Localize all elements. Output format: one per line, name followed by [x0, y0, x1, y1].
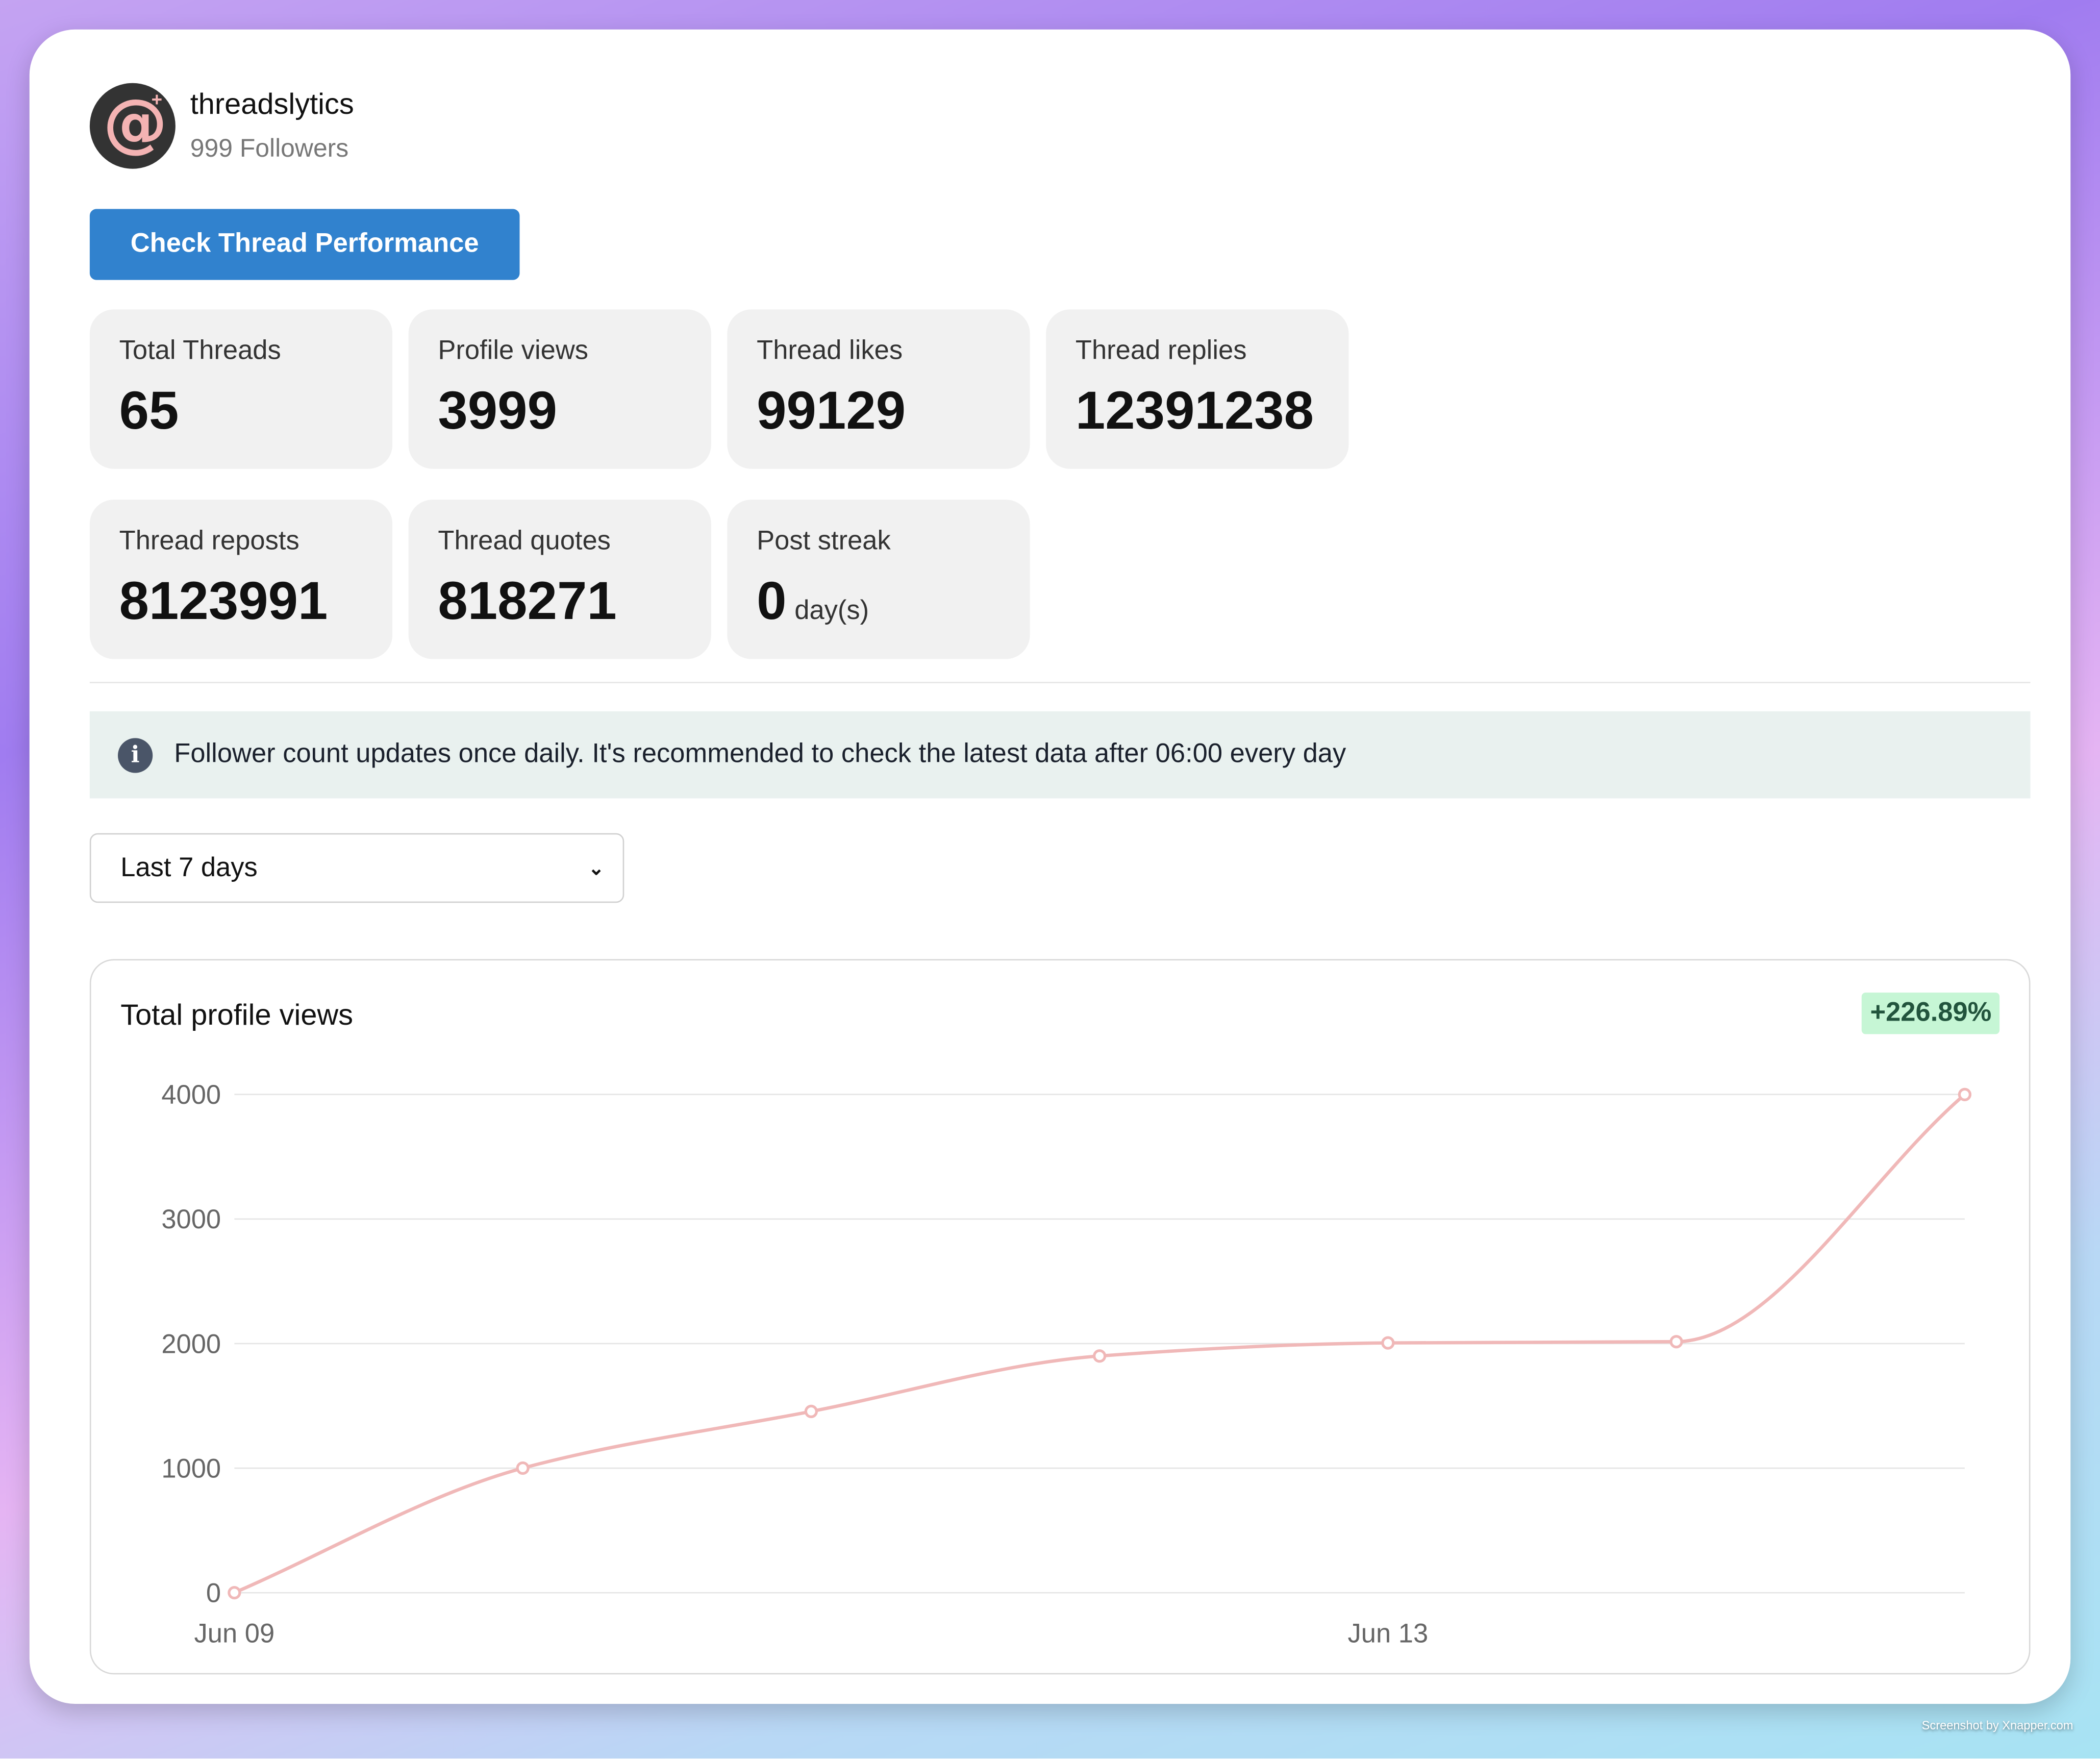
- y-tick-label: 4000: [161, 1080, 221, 1110]
- date-range-value: Last 7 days: [120, 852, 258, 882]
- x-tick-label: Jun 13: [1348, 1618, 1429, 1648]
- stat-value: 818271: [438, 572, 617, 631]
- y-tick-label: 1000: [161, 1453, 221, 1483]
- y-tick-label: 2000: [161, 1329, 221, 1359]
- profile-name: threadslytics: [190, 87, 354, 121]
- divider: [89, 682, 2031, 683]
- data-point: [1381, 1336, 1395, 1350]
- stat-card-post-streak: Post streak 0 day(s): [727, 500, 1030, 659]
- stat-value: 12391238: [1075, 382, 1314, 441]
- check-thread-performance-button[interactable]: Check Thread Performance: [89, 209, 520, 280]
- data-point: [1093, 1349, 1107, 1363]
- stat-card-thread-reposts: Thread reposts 8123991: [89, 500, 393, 659]
- streak-value: 0: [757, 572, 787, 631]
- stat-label: Profile views: [438, 336, 589, 366]
- info-icon: i: [118, 737, 153, 773]
- stat-label: Thread replies: [1075, 336, 1247, 366]
- data-point: [1958, 1087, 1971, 1101]
- y-tick-label: 0: [206, 1578, 221, 1608]
- stat-card-total-threads: Total Threads 65: [89, 309, 393, 469]
- info-text: Follower count updates once daily. It's …: [174, 739, 1346, 769]
- stat-value: 99129: [757, 382, 906, 441]
- plus-icon: +: [151, 88, 163, 110]
- data-point: [804, 1404, 818, 1419]
- stat-label: Total Threads: [119, 336, 281, 366]
- info-banner: i Follower count updates once daily. It'…: [89, 711, 2031, 799]
- chevron-down-icon: ⌄: [588, 856, 604, 878]
- data-point: [1669, 1335, 1683, 1349]
- profile-header: @ + threadslytics 999 Followers: [89, 83, 354, 169]
- stat-card-thread-likes: Thread likes 99129: [727, 309, 1030, 469]
- streak-unit: day(s): [794, 596, 869, 626]
- stat-card-thread-quotes: Thread quotes 818271: [408, 500, 711, 659]
- avatar: @ +: [89, 83, 176, 169]
- stat-value: 0 day(s): [757, 572, 869, 632]
- line-chart: 0 1000 2000 3000 4000 Jun 09 Jun 13: [161, 1080, 1971, 1648]
- stat-label: Thread quotes: [438, 526, 611, 556]
- follower-count: 999 Followers: [190, 135, 349, 164]
- stat-label: Thread reposts: [119, 526, 299, 556]
- stat-value: 8123991: [119, 572, 328, 631]
- stat-card-profile-views: Profile views 3999: [408, 309, 711, 469]
- date-range-select[interactable]: Last 7 days ⌄: [89, 833, 624, 903]
- dashboard-card: @ + threadslytics 999 Followers Check Th…: [29, 29, 2071, 1704]
- stat-value: 3999: [438, 382, 557, 441]
- stat-card-thread-replies: Thread replies 12391238: [1046, 309, 1349, 469]
- stat-label: Thread likes: [757, 336, 903, 366]
- data-point: [228, 1586, 241, 1600]
- data-point: [516, 1461, 530, 1475]
- stat-label: Post streak: [757, 526, 891, 556]
- stat-value: 65: [119, 382, 179, 441]
- watermark: Screenshot by Xnapper.com: [1921, 1718, 2073, 1732]
- x-tick-label: Jun 09: [194, 1618, 275, 1648]
- y-tick-label: 3000: [161, 1204, 221, 1234]
- profile-views-chart-card: Total profile views +226.89% 0 1000 2000 30…: [89, 959, 2031, 1675]
